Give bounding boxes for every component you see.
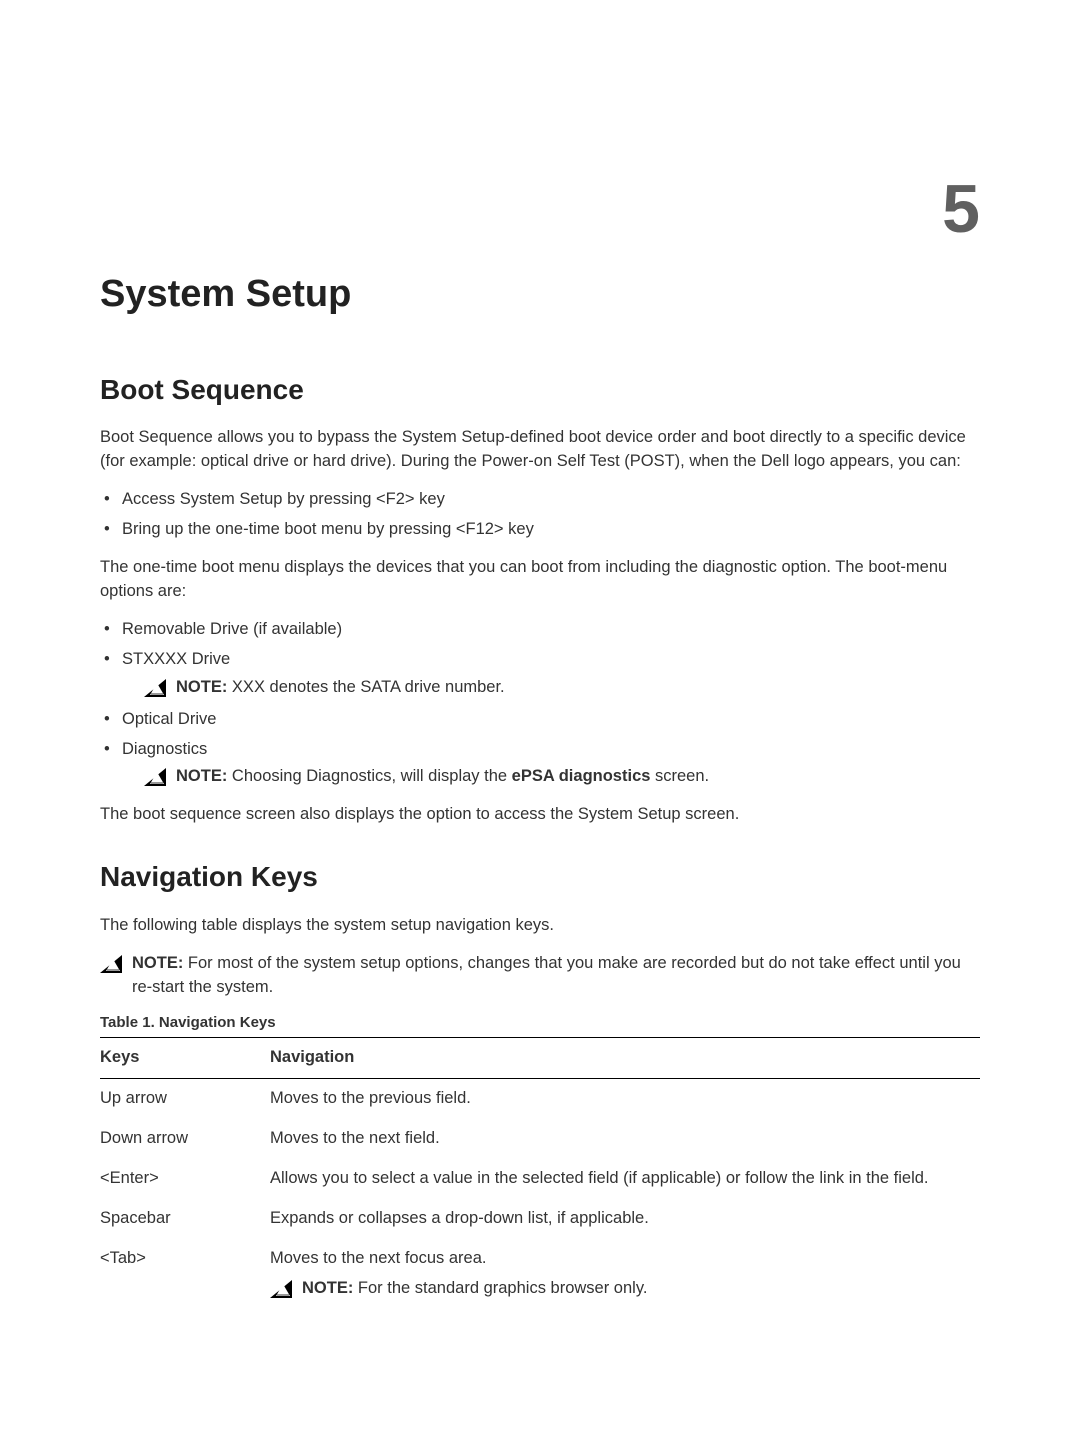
list-item-label: Diagnostics: [122, 740, 207, 758]
note-text: NOTE: For most of the system setup optio…: [132, 952, 980, 1000]
section-navigation-keys-title: Navigation Keys: [100, 857, 980, 898]
table-row: <Tab> Moves to the next focus area. NOTE…: [100, 1239, 980, 1309]
note-icon: [100, 955, 122, 973]
note-icon: [144, 679, 166, 697]
table-caption: Table 1. Navigation Keys: [100, 1012, 980, 1034]
nav-cell: Moves to the next field.: [270, 1119, 980, 1159]
note-body-a: Choosing Diagnostics, will display the: [227, 767, 511, 785]
note-body: XXX denotes the SATA drive number.: [227, 678, 504, 696]
note-label: NOTE:: [176, 767, 227, 785]
access-list: Access System Setup by pressing <F2> key…: [100, 488, 980, 542]
note-block: NOTE: For most of the system setup optio…: [100, 952, 980, 1000]
note-label: NOTE:: [176, 678, 227, 696]
table-row: Up arrow Moves to the previous field.: [100, 1079, 980, 1119]
chapter-number: 5: [100, 160, 980, 259]
list-item: STXXXX Drive NOTE: XXX denotes the SATA …: [100, 648, 980, 700]
list-item: Optical Drive: [100, 708, 980, 732]
nav-cell: Allows you to select a value in the sele…: [270, 1159, 980, 1199]
nav-text: Moves to the next focus area.: [270, 1249, 486, 1267]
key-cell: <Enter>: [100, 1159, 270, 1199]
boot-sequence-outro: The boot sequence screen also displays t…: [100, 803, 980, 827]
key-cell: Down arrow: [100, 1119, 270, 1159]
note-body: For the standard graphics browser only.: [353, 1279, 647, 1297]
note-icon: [144, 768, 166, 786]
section-boot-sequence-title: Boot Sequence: [100, 370, 980, 411]
table-row: Spacebar Expands or collapses a drop-dow…: [100, 1199, 980, 1239]
note-label: NOTE:: [132, 954, 183, 972]
list-item-label: STXXXX Drive: [122, 650, 230, 668]
note-body-b: screen.: [650, 767, 709, 785]
key-cell: Spacebar: [100, 1199, 270, 1239]
nav-cell: Expands or collapses a drop-down list, i…: [270, 1199, 980, 1239]
note-text: NOTE: Choosing Diagnostics, will display…: [176, 765, 980, 789]
navigation-keys-table: Keys Navigation Up arrow Moves to the pr…: [100, 1037, 980, 1308]
note-block: NOTE: XXX denotes the SATA drive number.: [144, 676, 980, 700]
table-header-navigation: Navigation: [270, 1038, 980, 1079]
note-text: NOTE: XXX denotes the SATA drive number.: [176, 676, 980, 700]
key-cell: <Tab>: [100, 1239, 270, 1309]
table-header-row: Keys Navigation: [100, 1038, 980, 1079]
boot-sequence-intro: Boot Sequence allows you to bypass the S…: [100, 426, 980, 474]
navigation-keys-intro: The following table displays the system …: [100, 914, 980, 938]
boot-menu-intro: The one-time boot menu displays the devi…: [100, 556, 980, 604]
table-row: Down arrow Moves to the next field.: [100, 1119, 980, 1159]
nav-cell: Moves to the previous field.: [270, 1079, 980, 1119]
list-item: Diagnostics NOTE: Choosing Diagnostics, …: [100, 738, 980, 790]
table-header-keys: Keys: [100, 1038, 270, 1079]
nav-cell: Moves to the next focus area. NOTE: For …: [270, 1239, 980, 1309]
list-item: Access System Setup by pressing <F2> key: [100, 488, 980, 512]
note-icon: [270, 1280, 292, 1298]
list-item: Removable Drive (if available): [100, 618, 980, 642]
note-body: For most of the system setup options, ch…: [132, 954, 961, 996]
note-block: NOTE: For the standard graphics browser …: [270, 1277, 974, 1301]
note-text: NOTE: For the standard graphics browser …: [302, 1277, 974, 1301]
list-item: Bring up the one-time boot menu by press…: [100, 518, 980, 542]
note-bold: ePSA diagnostics: [512, 767, 651, 785]
chapter-title: System Setup: [100, 267, 980, 322]
table-row: <Enter> Allows you to select a value in …: [100, 1159, 980, 1199]
key-cell: Up arrow: [100, 1079, 270, 1119]
note-label: NOTE:: [302, 1279, 353, 1297]
boot-options-list: Removable Drive (if available) STXXXX Dr…: [100, 618, 980, 790]
note-block: NOTE: Choosing Diagnostics, will display…: [144, 765, 980, 789]
